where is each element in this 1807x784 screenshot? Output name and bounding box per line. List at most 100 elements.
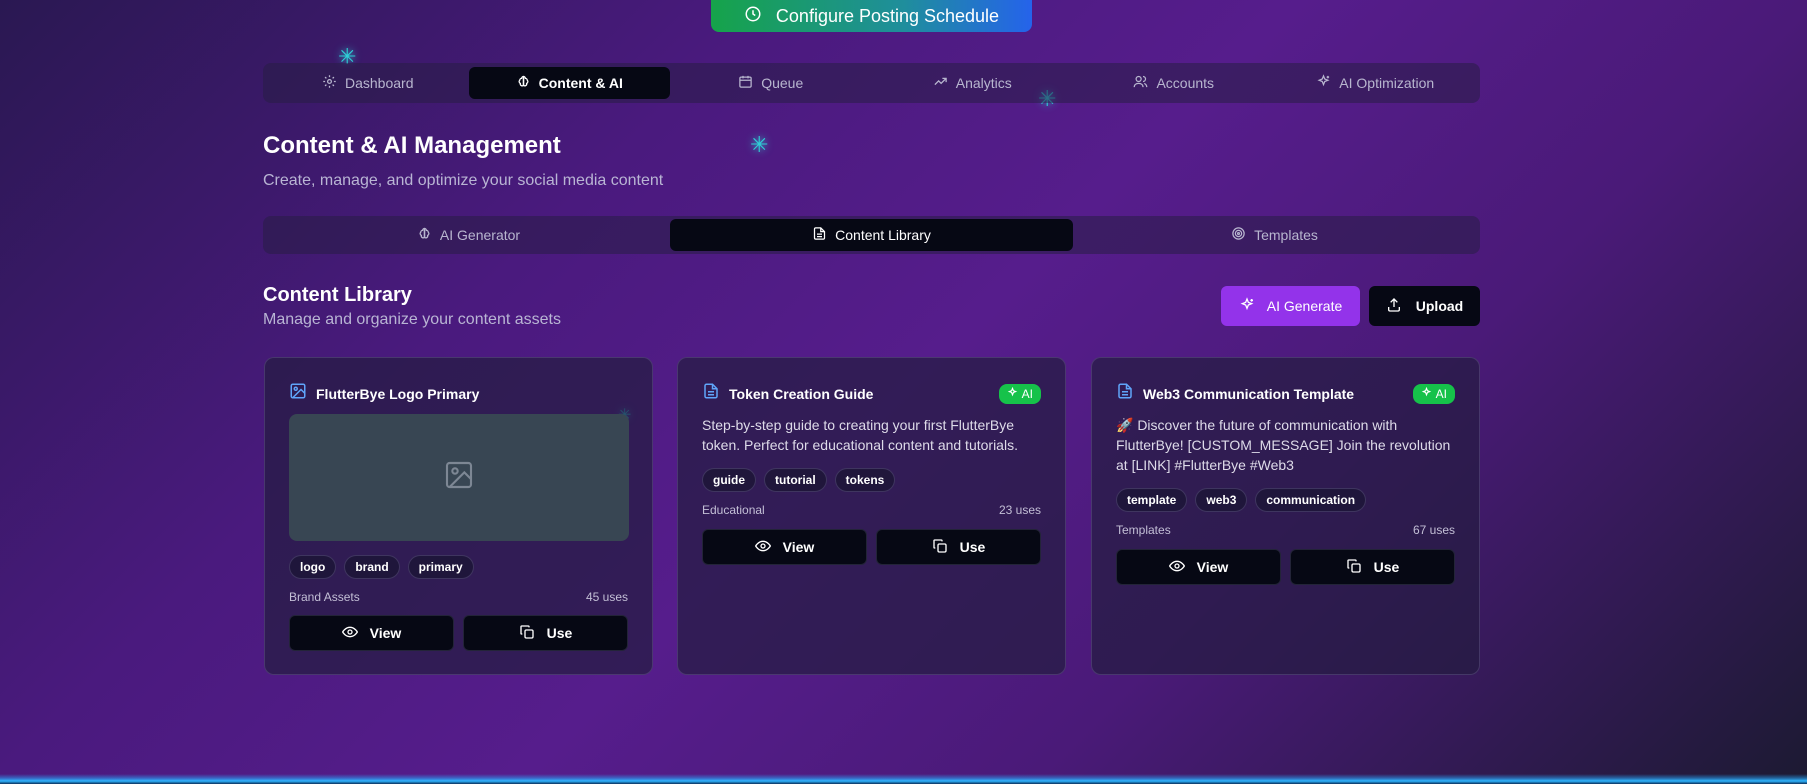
- card-description: 🚀 Discover the future of communication w…: [1116, 417, 1451, 473]
- nav-item-label: Dashboard: [345, 75, 414, 91]
- trending-up-icon: [933, 74, 948, 92]
- card-uses: 23 uses: [998, 503, 1041, 517]
- copy-icon: [932, 538, 948, 557]
- bottom-glow-bar: [0, 774, 1807, 784]
- tab-ai-generator[interactable]: AI Generator: [267, 219, 670, 251]
- tag: brand: [344, 555, 400, 579]
- ai-generate-button[interactable]: AI Generate: [1221, 286, 1360, 326]
- card-category: Templates: [1116, 523, 1171, 537]
- ai-badge-label: AI: [1021, 386, 1033, 401]
- use-label: Use: [546, 625, 573, 641]
- card-category: Brand Assets: [289, 590, 360, 604]
- file-text-icon: [1116, 382, 1134, 405]
- nav-item-label: Analytics: [955, 75, 1012, 91]
- ai-generate-label: AI Generate: [1266, 298, 1343, 314]
- copy-icon: [519, 624, 535, 643]
- content-card: Web3 Communication Template AI 🚀 Discove…: [1091, 357, 1480, 675]
- nav-item-content-ai[interactable]: Content & AI: [468, 67, 670, 99]
- card-meta: Templates 67 uses: [1116, 523, 1455, 537]
- use-button[interactable]: Use: [463, 615, 628, 651]
- tag: primary: [407, 555, 474, 579]
- nav-item-label: Accounts: [1156, 75, 1215, 91]
- content-card: Token Creation Guide AI Step-by-step gui…: [677, 357, 1066, 675]
- content-card: FlutterBye Logo Primary logo brand prima…: [264, 357, 653, 675]
- nav-item-analytics[interactable]: Analytics: [872, 67, 1074, 99]
- nav-item-ai-optimization[interactable]: AI Optimization: [1275, 67, 1477, 99]
- card-title: FlutterBye Logo Primary: [316, 385, 480, 402]
- tag: template: [1116, 488, 1188, 512]
- eye-icon: [754, 538, 771, 557]
- page-title: Content & AI Management: [263, 132, 561, 159]
- use-button[interactable]: Use: [1290, 549, 1455, 585]
- tag-list: guide tutorial tokens: [702, 468, 896, 492]
- tab-templates[interactable]: Templates: [1073, 219, 1476, 251]
- image-thumbnail: [289, 414, 629, 541]
- card-uses: 45 uses: [585, 590, 628, 604]
- content-sub-tabs: AI Generator Content Library Templates: [263, 216, 1480, 254]
- card-actions: View Use: [289, 615, 628, 651]
- gear-icon: [322, 74, 337, 92]
- eye-icon: [341, 624, 358, 643]
- ai-badge: AI: [998, 383, 1041, 404]
- tab-label: AI Generator: [439, 227, 521, 243]
- configure-posting-schedule-button[interactable]: Configure Posting Schedule: [711, 0, 1032, 32]
- upload-icon: [1386, 297, 1402, 316]
- users-icon: [1133, 74, 1148, 92]
- use-button[interactable]: Use: [876, 529, 1041, 565]
- nav-item-label: AI Optimization: [1339, 75, 1435, 91]
- sparkles-icon: [1239, 296, 1255, 316]
- copy-icon: [1346, 558, 1362, 577]
- brain-icon: [516, 74, 531, 92]
- upload-button[interactable]: Upload: [1369, 286, 1480, 326]
- view-label: View: [1196, 559, 1229, 575]
- nav-item-dashboard[interactable]: Dashboard: [267, 67, 469, 99]
- card-meta: Brand Assets 45 uses: [289, 590, 628, 604]
- view-button[interactable]: View: [702, 529, 867, 565]
- configure-posting-schedule-label: Configure Posting Schedule: [775, 5, 1000, 26]
- calendar-icon: [738, 74, 753, 92]
- ai-badge-label: AI: [1435, 386, 1447, 401]
- tag: web3: [1195, 488, 1248, 512]
- image-icon: [289, 382, 307, 405]
- sparkle-decoration-icon: ✳: [750, 132, 769, 157]
- view-button[interactable]: View: [1116, 549, 1281, 585]
- tag: tokens: [834, 468, 896, 492]
- nav-item-queue[interactable]: Queue: [670, 67, 872, 99]
- brain-icon: [417, 226, 432, 244]
- file-text-icon: [702, 382, 720, 405]
- clock-icon: [744, 5, 762, 28]
- tag: communication: [1255, 488, 1367, 512]
- file-text-icon: [812, 226, 827, 244]
- sparkles-icon: [1316, 74, 1331, 92]
- sparkles-icon: [1421, 386, 1432, 401]
- sparkles-icon: [1007, 386, 1018, 401]
- card-description: Step-by-step guide to creating your firs…: [702, 417, 1018, 453]
- tab-label: Content Library: [835, 227, 931, 243]
- tab-content-library[interactable]: Content Library: [670, 219, 1073, 251]
- target-icon: [1231, 226, 1246, 244]
- tag-list: logo brand primary: [289, 555, 474, 579]
- card-uses: 67 uses: [1412, 523, 1455, 537]
- image-placeholder-icon: [443, 459, 475, 496]
- tag-list: template web3 communication: [1116, 488, 1367, 512]
- view-label: View: [782, 539, 815, 555]
- card-category: Educational: [702, 503, 765, 517]
- main-nav: Dashboard Content & AI Queue Analytics A…: [263, 63, 1480, 103]
- tag: tutorial: [764, 468, 827, 492]
- upload-label: Upload: [1415, 298, 1464, 314]
- eye-icon: [1168, 558, 1185, 577]
- content-library-title: Content Library: [263, 284, 412, 306]
- nav-item-label: Content & AI: [538, 75, 623, 91]
- use-label: Use: [1373, 559, 1400, 575]
- tag: guide: [702, 468, 756, 492]
- view-button[interactable]: View: [289, 615, 454, 651]
- nav-item-accounts[interactable]: Accounts: [1073, 67, 1275, 99]
- nav-item-label: Queue: [761, 75, 804, 91]
- tab-label: Templates: [1254, 227, 1318, 243]
- ai-badge: AI: [1412, 383, 1455, 404]
- card-actions: View Use: [702, 529, 1041, 565]
- card-title: Web3 Communication Template: [1143, 385, 1355, 402]
- page-subtitle: Create, manage, and optimize your social…: [263, 172, 664, 189]
- tag: logo: [289, 555, 337, 579]
- card-title: Token Creation Guide: [729, 385, 874, 402]
